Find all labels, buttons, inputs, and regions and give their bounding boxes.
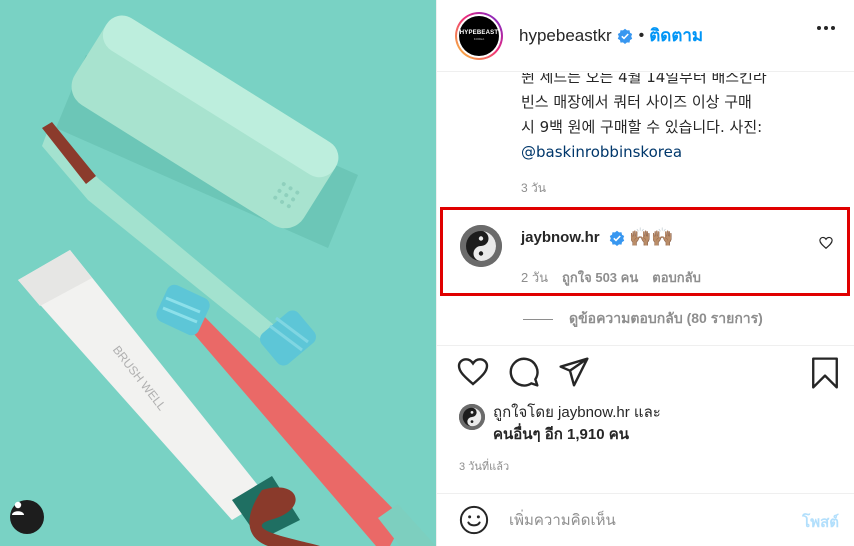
bookmark-icon[interactable]	[809, 356, 841, 390]
post-comment-button[interactable]: โพสต์	[802, 510, 839, 534]
add-comment-form: โพสต์	[437, 493, 854, 546]
post-actions	[457, 356, 841, 396]
verified-icon	[617, 28, 632, 44]
follow-button[interactable]: ติดตาม	[649, 22, 703, 49]
author-logo-text: HYPEBEAST	[459, 30, 499, 36]
author-avatar[interactable]: HYPEBEAST KOREA	[455, 11, 503, 60]
share-icon[interactable]	[558, 356, 590, 388]
post-sidebar: HYPEBEAST KOREA hypebeastkr • ติดตาม 뛴 세…	[436, 0, 854, 546]
emoji-icon[interactable]	[459, 505, 489, 535]
likes-text: ถูกใจโดย jaybnow.hr และ คนอื่นๆ อีก 1,91…	[493, 402, 661, 446]
liker-username[interactable]: jaybnow.hr	[558, 404, 630, 421]
post-image[interactable]: BRUSH WELL	[0, 0, 436, 546]
caption-line: 뛴 세드는 오는 4월 14일부터 배스킨라	[521, 73, 767, 86]
caption-line: 빈스 매장에서 쿼터 사이즈 이상 구매	[521, 93, 752, 111]
liker-avatar[interactable]	[459, 404, 485, 430]
caption-mention-link[interactable]: @baskinrobbinskorea	[521, 140, 831, 165]
yin-yang-avatar-image	[460, 225, 502, 267]
view-replies-button[interactable]: ดูข้อความตอบกลับ (80 รายการ)	[523, 308, 763, 330]
comment-input[interactable]	[509, 508, 769, 532]
yin-yang-avatar-image	[459, 404, 485, 430]
comment-text: 🙌🏽🙌🏽	[629, 227, 674, 247]
commenter-avatar[interactable]	[460, 225, 502, 267]
liked-by-prefix: ถูกใจโดย	[493, 404, 559, 421]
product-illustration: BRUSH WELL	[18, 15, 436, 546]
caption-line: 시 9백 원에 구매할 수 있습니다. 사진:	[521, 118, 763, 136]
verified-icon	[609, 230, 625, 246]
user-tag-icon	[12, 501, 24, 515]
comments-list[interactable]: 뛴 세드는 오는 4월 14일부터 배스킨라 빈스 매장에서 쿼터 사이즈 이상…	[437, 73, 854, 345]
comment-timestamp[interactable]: 2 วัน	[521, 267, 548, 288]
post-caption: 뛴 세드는 오는 4월 14일부터 배스킨라 빈스 매장에서 쿼터 사이즈 이상…	[521, 73, 831, 165]
post-header: HYPEBEAST KOREA hypebeastkr • ติดตาม	[437, 0, 854, 72]
view-replies-label: ดูข้อความตอบกลับ (80 รายการ)	[569, 310, 763, 326]
likes-others-count[interactable]: คนอื่นๆ อีก 1,910 คน	[493, 426, 629, 443]
highlighted-comment: jaybnow.hr 🙌🏽🙌🏽 2 วัน ถูกใจ 503 คน ตอบกล…	[440, 207, 850, 296]
likes-connector: และ	[629, 404, 661, 421]
heart-icon[interactable]	[819, 236, 833, 250]
author-username[interactable]: hypebeastkr	[519, 26, 612, 46]
comment-likes-count[interactable]: ถูกใจ 503 คน	[562, 267, 638, 288]
user-tag-button[interactable]	[10, 500, 44, 534]
author-logo-subtext: KOREA	[473, 37, 485, 41]
reply-button[interactable]: ตอบกลับ	[652, 267, 701, 288]
caption-timestamp[interactable]: 3 วัน	[521, 179, 546, 198]
commenter-username[interactable]: jaybnow.hr	[521, 229, 600, 246]
author-logo: HYPEBEAST KOREA	[459, 15, 499, 56]
comment-meta: 2 วัน ถูกใจ 503 คน ตอบกลับ	[521, 267, 701, 288]
replies-divider	[523, 318, 553, 320]
more-options-icon[interactable]	[817, 26, 835, 30]
header-separator: •	[638, 26, 645, 44]
heart-icon[interactable]	[457, 356, 489, 388]
post-timestamp[interactable]: 3 วันที่แล้ว	[459, 457, 509, 475]
divider	[437, 345, 854, 346]
comment-icon[interactable]	[508, 356, 540, 388]
